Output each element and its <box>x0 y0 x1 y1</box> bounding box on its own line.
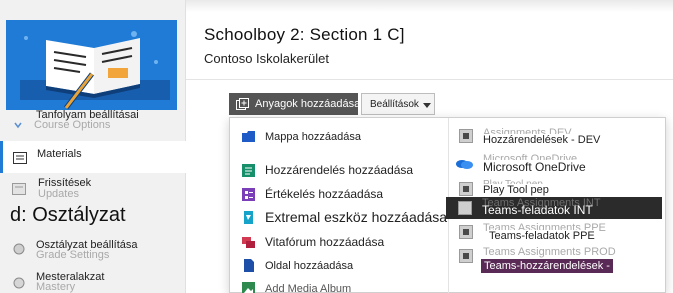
sidebar-item-materials[interactable]: Materials <box>0 141 186 173</box>
tool-icon <box>459 249 473 263</box>
menu-item-label: Mappa hozzáadása <box>265 130 362 143</box>
menu-item-add-assignment[interactable]: Hozzárendelés hozzáadása <box>242 163 413 177</box>
menu-item-label: Vitafórum hozzáadása <box>265 235 385 249</box>
assessment-icon <box>242 187 255 201</box>
menu-item-teams-int[interactable]: Teams Assignments INT Teams-feladatok IN… <box>446 197 662 219</box>
header-shadow <box>186 0 673 12</box>
add-materials-button[interactable]: Anyagok hozzáadása <box>229 93 358 115</box>
lti-tool-icon <box>242 210 255 224</box>
menu-item-label: Teams-hozzárendelések - <box>481 259 613 273</box>
menu-item-label: Hozzárendelés hozzáadása <box>265 163 414 177</box>
page-icon <box>242 259 255 272</box>
settings-button[interactable]: Beállítások <box>361 93 435 115</box>
menu-item-label: Play Tool pep <box>483 184 549 196</box>
menu-item-label: Teams-feladatok INT <box>482 203 593 217</box>
menu-item-onedrive[interactable]: Microsoft OneDrive Microsoft OneDrive <box>456 153 659 176</box>
menu-item-label: Microsoft OneDrive <box>483 160 586 174</box>
menu-item-play-tool[interactable]: Play Tool pep Play Tool pep <box>459 176 659 198</box>
ghost-label: Teams Assignments PROD <box>483 246 616 258</box>
menu-item-add-discussion[interactable]: Vitafórum hozzáadása <box>242 235 384 249</box>
grade-settings-icon <box>12 242 26 255</box>
tool-icon <box>458 201 472 215</box>
menu-item-add-assessment[interactable]: Értékelés hozzáadása <box>242 187 383 201</box>
materials-icon <box>13 151 27 164</box>
menu-item-add-page[interactable]: Oldal hozzáadása <box>242 259 353 272</box>
onedrive-cloud-icon <box>455 156 473 169</box>
updates-icon <box>12 182 26 195</box>
discussion-icon <box>242 236 255 249</box>
course-banner <box>6 20 177 110</box>
menu-item-label: Teams-feladatok PPE <box>487 230 597 242</box>
sidebar-item-updates[interactable]: Frissítések <box>38 177 91 189</box>
book-illustration <box>6 20 177 110</box>
add-materials-icon <box>236 97 249 111</box>
menu-item-label: Oldal hozzáadása <box>265 259 354 272</box>
folder-icon <box>242 130 255 143</box>
tool-icon <box>459 182 473 196</box>
sidebar-item-grade-settings[interactable]: Osztályzat beállítása <box>36 239 138 251</box>
menu-item-add-media-album[interactable]: Add Media Album <box>242 282 351 293</box>
chevron-down-icon <box>14 116 22 129</box>
menu-item-teams-ppe[interactable]: Teams Assignments PPE Teams-feladatok PP… <box>459 222 659 244</box>
updates-ghost-label: Updates <box>38 188 79 200</box>
tool-icon <box>459 225 473 239</box>
school-name: Contoso Iskolakerület <box>204 51 330 66</box>
add-materials-menu: Mappa hozzáadása Hozzárendelés hozzáadás… <box>229 117 666 293</box>
media-album-icon <box>242 282 255 293</box>
menu-item-assignments-dev[interactable]: Assignments DEV Hozzárendelések - DEV <box>459 127 659 146</box>
sidebar-item-label: Materials <box>37 148 82 160</box>
menu-item-add-external-tool[interactable]: Extremal eszköz hozzáadása <box>242 209 447 225</box>
menu-item-add-folder[interactable]: Mappa hozzáadása <box>242 130 361 143</box>
sidebar: Course Options Tanfolyam beállításai Mat… <box>0 0 186 293</box>
assignment-icon <box>242 163 255 177</box>
header-divider <box>186 79 673 80</box>
page-title: Schoolboy 2: Section 1 C] <box>204 25 405 44</box>
menu-item-label: Értékelés hozzáadása <box>265 187 384 201</box>
menu-item-teams-prod[interactable]: Teams Assignments PROD Teams-hozzárendel… <box>459 246 659 274</box>
settings-label: Beállítások <box>370 98 419 110</box>
chevron-down-icon <box>422 101 431 108</box>
tool-icon <box>459 129 473 143</box>
course-settings-link[interactable]: Tanfolyam beállításai <box>36 109 139 121</box>
course-page: Course Options Tanfolyam beállításai Mat… <box>0 0 673 293</box>
add-materials-label: Anyagok hozzáadása <box>255 98 358 110</box>
menu-item-label: Add Media Album <box>265 282 352 293</box>
menu-item-label: Hozzárendelések - DEV <box>483 134 601 146</box>
mastery-icon <box>12 276 26 289</box>
sidebar-item-mastery[interactable]: Mesteralakzat <box>36 271 104 283</box>
menu-item-label: Extremal eszköz hozzáadása <box>265 209 448 225</box>
grades-heading: d: Osztályzat <box>10 204 126 226</box>
